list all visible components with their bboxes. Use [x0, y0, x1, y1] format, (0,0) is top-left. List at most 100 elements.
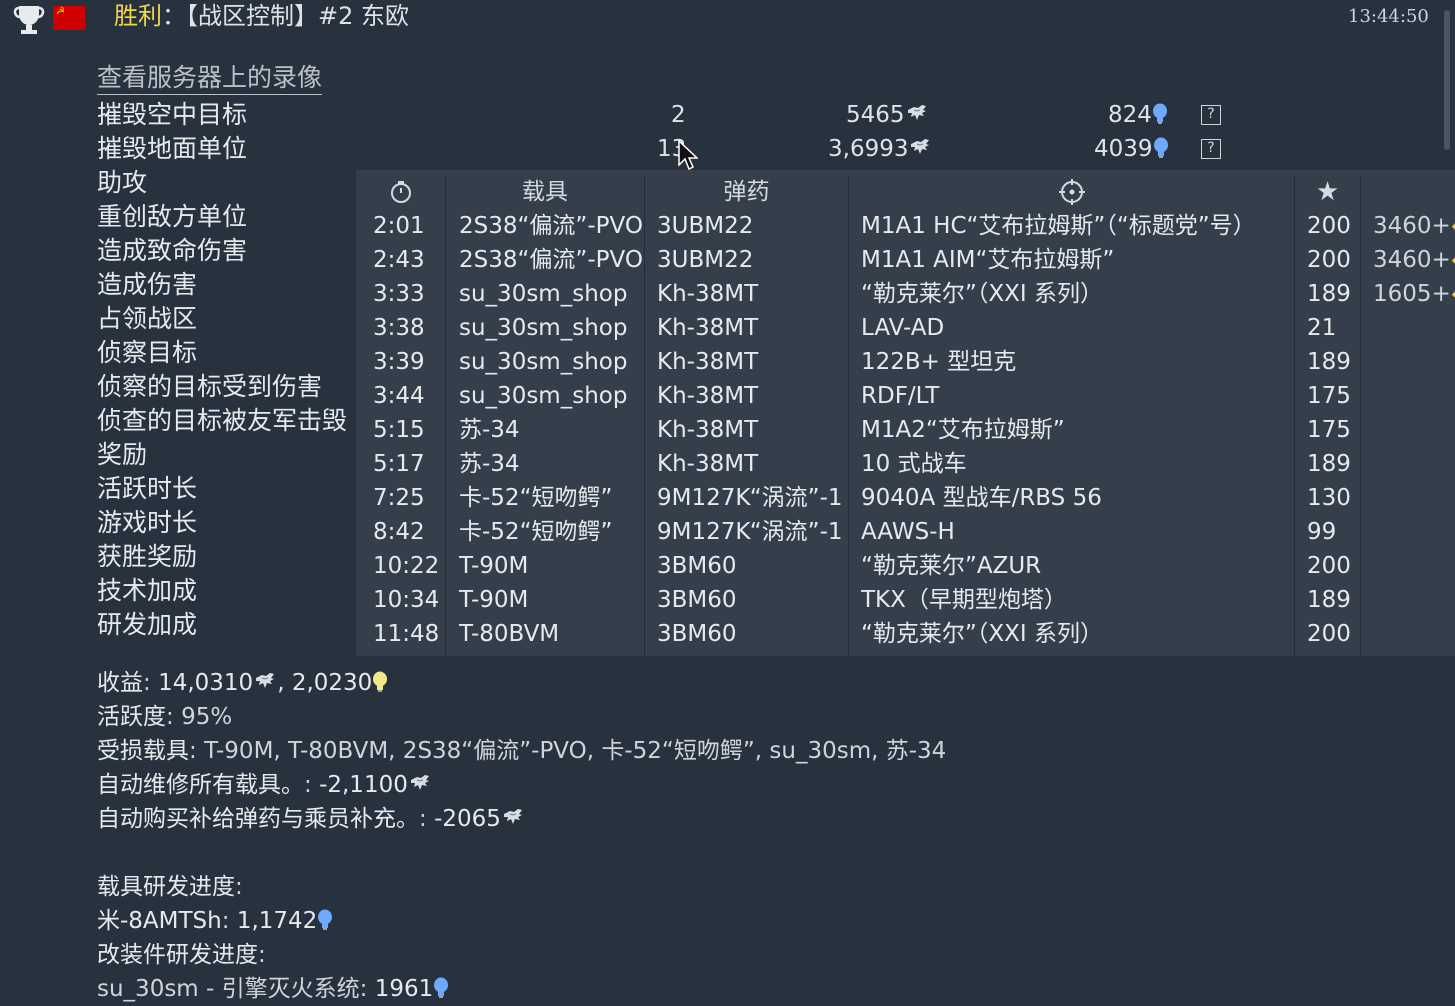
- kill-vehicle: su_30sm_shop: [459, 349, 628, 375]
- kill-target: “勒克莱尔”（XXI 系列）: [861, 621, 1103, 647]
- kill-target: M1A2“艾布拉姆斯”: [861, 417, 1065, 443]
- table-row: 3:44 su_30sm_shop Kh-38MT RDF/LT 175: [356, 379, 1455, 413]
- kill-score: 200: [1307, 247, 1351, 273]
- kill-score: 175: [1307, 417, 1351, 443]
- ammo-header: 弹药: [723, 179, 770, 205]
- kill-ammo: 3BM60: [657, 621, 737, 647]
- kill-reward: [1373, 515, 1455, 549]
- kill-target: M1A1 HC“艾布拉姆斯”（“标题党”号）: [861, 213, 1256, 239]
- table-row: 5:17 苏-34 Kh-38MT 10 式战车 189: [356, 447, 1455, 481]
- research-point-icon: [1152, 103, 1168, 125]
- kill-ammo: Kh-38MT: [657, 451, 759, 477]
- table-header-row: 载具 弹药 ★: [356, 175, 1455, 209]
- kill-time: 5:17: [373, 451, 425, 477]
- kill-score: 200: [1307, 621, 1351, 647]
- kill-vehicle: 2S38“偏流”-PVO: [459, 213, 643, 239]
- kill-vehicle: 苏-34: [459, 417, 520, 443]
- kill-vehicle: su_30sm_shop: [459, 315, 628, 341]
- kill-target: M1A1 AIM“艾布拉姆斯”: [861, 247, 1115, 273]
- table-row: 11:48 T-80BVM 3BM60 “勒克莱尔”（XXI 系列） 200: [356, 617, 1455, 651]
- kill-vehicle: 苏-34: [459, 451, 520, 477]
- kill-ammo: Kh-38MT: [657, 281, 759, 307]
- mod-research-title: 改装件研发进度:: [97, 942, 266, 968]
- silver-lion-icon: [501, 805, 525, 829]
- mission-title: 胜利：【战区控制】#2 东欧: [114, 0, 409, 32]
- research-point-icon: [1153, 137, 1169, 159]
- table-row: 2:01 2S38“偏流”-PVO 3UBM22 M1A1 HC“艾布拉姆斯”（“标题…: [356, 209, 1455, 243]
- crosshair-icon: [849, 175, 1294, 209]
- kill-time: 5:15: [373, 417, 425, 443]
- kill-reward: [1373, 549, 1455, 583]
- kill-time: 7:25: [373, 485, 425, 511]
- kill-score: 189: [1307, 451, 1351, 477]
- kill-score: 189: [1307, 281, 1351, 307]
- gold-coin-icon: [1451, 287, 1455, 301]
- stat-label: 造成伤害: [97, 270, 198, 299]
- kill-target: LAV-AD: [861, 315, 945, 341]
- kill-target: 10 式战车: [861, 451, 967, 477]
- kill-reward: 3460+: [1373, 243, 1455, 277]
- gold-coin-icon: [1451, 219, 1455, 233]
- vehicle-header: 载具: [522, 179, 568, 205]
- stat-label: 摧毁地面单位: [97, 134, 248, 163]
- kill-target: “勒克莱尔”（XXI 系列）: [861, 281, 1103, 307]
- kills-detail-popup: 载具 弹药 ★ 2:01 2S38“偏流”-PVO 3UBM22 M1A1 HC“艾布…: [356, 170, 1455, 656]
- kill-ammo: 3UBM22: [657, 247, 754, 273]
- kill-ammo: 9M127K“涡流”-1: [657, 519, 843, 545]
- kill-ammo: Kh-38MT: [657, 417, 759, 443]
- earnings-line: 收益: 14,0310, 2,0230: [97, 666, 388, 700]
- kill-target: “勒克莱尔”AZUR: [861, 553, 1042, 579]
- view-replay-link[interactable]: 查看服务器上的录像: [97, 62, 323, 95]
- kill-target: 122B+ 型坦克: [861, 349, 1017, 375]
- stat-label: 侦察的目标受到伤害: [97, 372, 323, 401]
- silver-lion-icon: [408, 771, 432, 795]
- kill-time: 3:38: [373, 315, 425, 341]
- stat-label: 造成致命伤害: [97, 236, 248, 265]
- auto-resupply-line: 自动购买补给弹药与乘员补充。: -2065: [97, 802, 525, 836]
- kill-score: 200: [1307, 213, 1351, 239]
- kill-reward: [1373, 379, 1455, 413]
- table-row: 10:22 T-90M 3BM60 “勒克莱尔”AZUR 200: [356, 549, 1455, 583]
- help-icon[interactable]: ?: [1201, 105, 1221, 125]
- kill-vehicle: T-80BVM: [459, 621, 560, 647]
- kill-vehicle: 2S38“偏流”-PVO: [459, 247, 643, 273]
- kill-ammo: Kh-38MT: [657, 349, 759, 375]
- stat-label: 获胜奖励: [97, 542, 198, 571]
- table-row: 10:34 T-90M 3BM60 TKX（早期型炮塔） 189: [356, 583, 1455, 617]
- title-separator: ：: [162, 2, 186, 30]
- kill-time: 3:44: [373, 383, 425, 409]
- kill-reward: [1373, 583, 1455, 617]
- stat-label: 侦察目标: [97, 338, 198, 367]
- kill-reward: [1373, 447, 1455, 481]
- air-kills-silver: 5465: [846, 98, 929, 132]
- ussr-flag-icon: ☭: [53, 6, 85, 30]
- stat-label: 侦查的目标被友军击毁: [97, 406, 348, 435]
- stat-label: 重创敌方单位: [97, 202, 248, 231]
- lightbulb-icon: [372, 671, 388, 693]
- kill-time: 10:34: [373, 587, 440, 613]
- kill-time: 3:33: [373, 281, 425, 307]
- kill-reward: [1373, 345, 1455, 379]
- scrollbar[interactable]: [1444, 10, 1450, 150]
- kill-vehicle: su_30sm_shop: [459, 383, 628, 409]
- silver-lion-icon: [253, 669, 277, 693]
- kill-vehicle: T-90M: [459, 587, 529, 613]
- kill-score: 200: [1307, 553, 1351, 579]
- star-icon: ★: [1315, 177, 1340, 207]
- table-row: 2:43 2S38“偏流”-PVO 3UBM22 M1A1 AIM“艾布拉姆斯” 200…: [356, 243, 1455, 277]
- stat-label: 研发加成: [97, 610, 198, 639]
- stat-label: 活跃时长: [97, 474, 198, 503]
- kill-reward: 1605+: [1373, 277, 1455, 311]
- kill-reward: [1373, 311, 1455, 345]
- kill-score: 99: [1307, 519, 1337, 545]
- kill-time: 11:48: [373, 621, 440, 647]
- timer-icon: [356, 175, 445, 209]
- kill-time: 2:43: [373, 247, 425, 273]
- stat-label: 游戏时长: [97, 508, 198, 537]
- vehicle-research-line: 米-8AMTSh: 1,1742: [97, 904, 333, 938]
- kill-score: 189: [1307, 587, 1351, 613]
- help-icon[interactable]: ?: [1201, 139, 1221, 159]
- kill-score: 189: [1307, 349, 1351, 375]
- silver-lion-icon: [908, 135, 932, 159]
- kill-ammo: 3UBM22: [657, 213, 754, 239]
